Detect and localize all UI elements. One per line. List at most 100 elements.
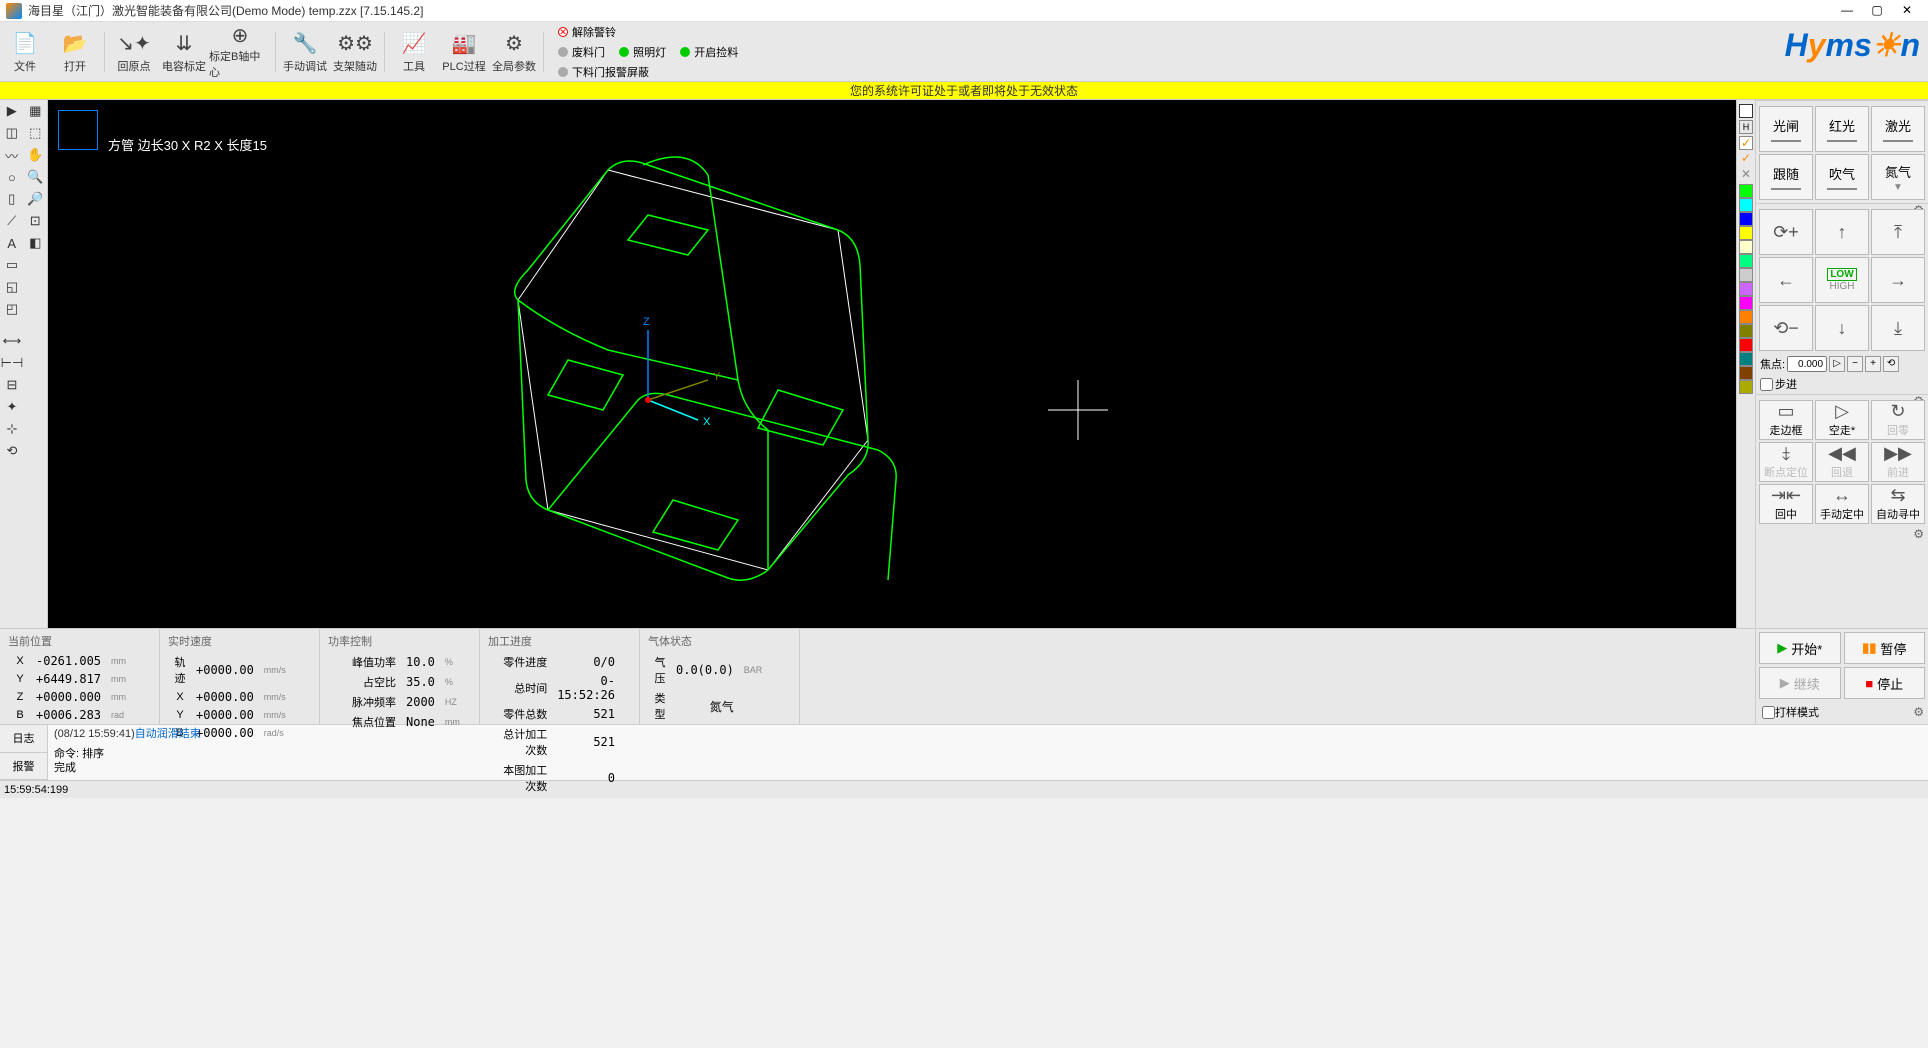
plc-button[interactable]: 🏭PLC过程 bbox=[439, 24, 489, 80]
z-up-button[interactable]: ⤒ bbox=[1871, 209, 1925, 255]
select-tool[interactable]: ▶ bbox=[0, 100, 24, 122]
pause-button[interactable]: ▮▮暂停 bbox=[1844, 632, 1926, 664]
layer-tool[interactable]: ◧ bbox=[24, 232, 48, 254]
back-button[interactable]: ◀◀回退 bbox=[1815, 442, 1869, 482]
layer-h-toggle[interactable]: H bbox=[1739, 120, 1753, 134]
grid-tool[interactable]: ▦ bbox=[24, 100, 48, 122]
close-button[interactable]: ✕ bbox=[1892, 1, 1922, 21]
auto-pick-label[interactable]: 开启捡料 bbox=[694, 44, 738, 60]
gear-icon[interactable]: ⚙ bbox=[1913, 527, 1924, 541]
breakpoint-button[interactable]: ⤈断点定位 bbox=[1759, 442, 1813, 482]
zoom-tool[interactable]: 🔍 bbox=[24, 166, 48, 188]
rotate-tool[interactable]: ⟲ bbox=[0, 440, 24, 462]
manual-center-button[interactable]: ↔手动定中 bbox=[1815, 484, 1869, 524]
rotate-ccw-button[interactable]: ⟲− bbox=[1759, 305, 1813, 351]
waste-door-label[interactable]: 废料门 bbox=[572, 44, 605, 60]
color-swatch[interactable] bbox=[1739, 282, 1753, 296]
z-down-button[interactable]: ⤓ bbox=[1871, 305, 1925, 351]
zero-button[interactable]: ↻回零 bbox=[1871, 400, 1925, 440]
color-swatch[interactable] bbox=[1739, 226, 1753, 240]
auto-center-button[interactable]: ⇆自动寻中 bbox=[1871, 484, 1925, 524]
color-swatch[interactable] bbox=[1739, 198, 1753, 212]
color-swatch[interactable] bbox=[1739, 366, 1753, 380]
unload-row[interactable]: 下料门报警屏蔽 bbox=[558, 64, 738, 80]
rect-select-tool[interactable]: ⬚ bbox=[24, 122, 48, 144]
focus-minus-button[interactable]: − bbox=[1847, 356, 1863, 372]
focus-reset-button[interactable]: ⟲ bbox=[1883, 356, 1899, 372]
layer-x[interactable]: ✕ bbox=[1739, 168, 1753, 182]
curve-tool[interactable]: 〰 bbox=[0, 144, 24, 166]
circle-tool[interactable]: ○ bbox=[0, 166, 24, 188]
b-axis-button[interactable]: ⊕标定B轴中心 bbox=[209, 24, 271, 80]
alarm-tab[interactable]: 报警 bbox=[0, 753, 47, 781]
3d-viewport[interactable]: 方管 边长30 X R2 X 长度15 bbox=[48, 100, 1736, 628]
open-button[interactable]: 📂打开 bbox=[50, 24, 100, 80]
gear-icon[interactable]: ⚙ bbox=[1913, 705, 1924, 719]
jog-right-button[interactable]: → bbox=[1871, 257, 1925, 303]
measure-tool[interactable]: ⟷ bbox=[0, 330, 24, 352]
text-tool[interactable]: A bbox=[0, 232, 24, 254]
color-swatch[interactable] bbox=[1739, 310, 1753, 324]
layer-checked[interactable]: ✓ bbox=[1739, 152, 1753, 166]
color-swatch[interactable] bbox=[1739, 212, 1753, 226]
snap-tool[interactable]: ✦ bbox=[0, 396, 24, 418]
forward-button[interactable]: ▶▶前进 bbox=[1871, 442, 1925, 482]
dry-run-button[interactable]: ▷空走* bbox=[1815, 400, 1869, 440]
color-swatch[interactable] bbox=[1739, 268, 1753, 282]
color-swatch[interactable] bbox=[1739, 296, 1753, 310]
align-tool[interactable]: ⊟ bbox=[0, 374, 24, 396]
color-swatch[interactable] bbox=[1739, 254, 1753, 268]
layer-toggle[interactable] bbox=[1739, 104, 1753, 118]
jog-left-button[interactable]: ← bbox=[1759, 257, 1813, 303]
laser-button[interactable]: 激光 bbox=[1871, 106, 1925, 152]
shutter-button[interactable]: 光闸 bbox=[1759, 106, 1813, 152]
follow-button[interactable]: 跟随 bbox=[1759, 154, 1813, 200]
layer-check[interactable]: ✓ bbox=[1739, 136, 1753, 150]
home-button[interactable]: ↘✦回原点 bbox=[109, 24, 159, 80]
dimension-tool[interactable]: ⊢⊣ bbox=[0, 352, 24, 374]
tools-button[interactable]: 📈工具 bbox=[389, 24, 439, 80]
color-swatch[interactable] bbox=[1739, 352, 1753, 366]
red-light-button[interactable]: 红光 bbox=[1815, 106, 1869, 152]
minimize-button[interactable]: — bbox=[1832, 1, 1862, 21]
polyline-tool[interactable]: ⟋ bbox=[0, 210, 24, 232]
jog-up-button[interactable]: ↑ bbox=[1815, 209, 1869, 255]
step-checkbox[interactable] bbox=[1760, 378, 1773, 391]
cube-tool[interactable]: ◱ bbox=[0, 276, 24, 298]
pan-tool[interactable]: ✋ bbox=[24, 144, 48, 166]
log-tab[interactable]: 日志 bbox=[0, 725, 47, 753]
search-tool[interactable]: 🔎 bbox=[24, 188, 48, 210]
jog-down-button[interactable]: ↓ bbox=[1815, 305, 1869, 351]
resume-button[interactable]: ▶继续 bbox=[1759, 667, 1841, 699]
speed-toggle[interactable]: LOWHIGH bbox=[1815, 257, 1869, 303]
blow-button[interactable]: 吹气 bbox=[1815, 154, 1869, 200]
wrap-tool[interactable]: ◰ bbox=[0, 298, 24, 320]
light-label[interactable]: 照明灯 bbox=[633, 44, 666, 60]
origin-tool[interactable]: ⊹ bbox=[0, 418, 24, 440]
color-swatch[interactable] bbox=[1739, 324, 1753, 338]
maximize-button[interactable]: ▢ bbox=[1862, 1, 1892, 21]
frame-button[interactable]: ▭走边框 bbox=[1759, 400, 1813, 440]
square-tool[interactable]: ▯ bbox=[0, 188, 24, 210]
focus-input[interactable] bbox=[1787, 356, 1827, 372]
center-button[interactable]: ⇥⇤回中 bbox=[1759, 484, 1813, 524]
frame-tool[interactable]: ▭ bbox=[0, 254, 24, 276]
cap-cal-button[interactable]: ⇊电容标定 bbox=[159, 24, 209, 80]
clear-alarm-row[interactable]: ✕解除警铃 bbox=[558, 24, 738, 40]
support-button[interactable]: ⚙⚙支架随动 bbox=[330, 24, 380, 80]
focus-plus-button[interactable]: + bbox=[1865, 356, 1881, 372]
color-swatch[interactable] bbox=[1739, 184, 1753, 198]
start-button[interactable]: ▶开始* bbox=[1759, 632, 1841, 664]
color-swatch[interactable] bbox=[1739, 338, 1753, 352]
color-swatch[interactable] bbox=[1739, 380, 1753, 394]
file-button[interactable]: 📄文件 bbox=[0, 24, 50, 80]
global-button[interactable]: ⚙全局参数 bbox=[489, 24, 539, 80]
manual-button[interactable]: 🔧手动调试 bbox=[280, 24, 330, 80]
nitrogen-button[interactable]: 氮气▼ bbox=[1871, 154, 1925, 200]
fit-tool[interactable]: ⊡ bbox=[24, 210, 48, 232]
rotate-cw-button[interactable]: ⟳+ bbox=[1759, 209, 1813, 255]
focus-go-button[interactable]: ▷ bbox=[1829, 356, 1845, 372]
stop-button[interactable]: ■停止 bbox=[1844, 667, 1926, 699]
sample-mode-checkbox[interactable] bbox=[1762, 706, 1775, 719]
color-swatch[interactable] bbox=[1739, 240, 1753, 254]
